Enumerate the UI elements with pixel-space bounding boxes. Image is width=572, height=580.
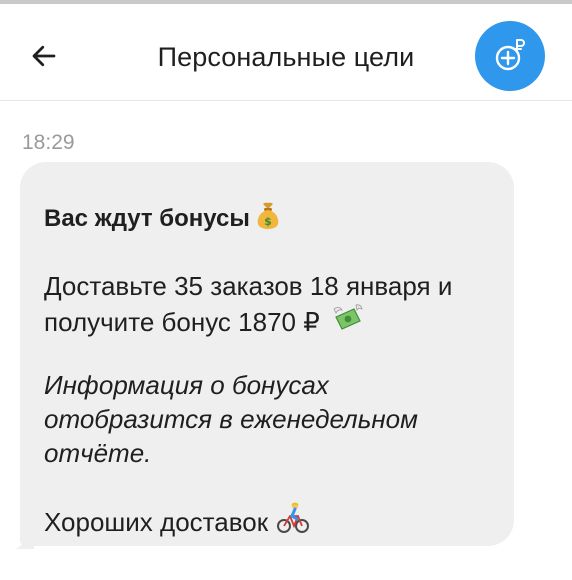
message-note-line: отобразится в еженедельном: [44, 404, 418, 434]
message-title: Вас ждут бонусы $: [44, 200, 282, 237]
svg-text:$: $: [264, 215, 272, 228]
message-body-line-2: получите бонус 1870 ₽: [44, 303, 504, 341]
message-note: Информация о бонусах отобразится в ежене…: [44, 368, 474, 470]
bonus-button[interactable]: [475, 21, 545, 91]
arrow-left-icon: [32, 45, 56, 67]
message-footer-text: Хороших доставок: [44, 507, 269, 537]
message-title-text: Вас ждут бонусы: [44, 204, 250, 232]
page-title: Персональные цели: [157, 42, 415, 72]
header-bar: Персональные цели: [0, 4, 572, 101]
message-footer: Хороших доставок: [44, 502, 310, 542]
message-timestamp: 18:29: [22, 131, 75, 154]
money-bag-icon: $: [254, 200, 282, 237]
message-body-line-text: получите бонус 1870 ₽: [44, 307, 320, 337]
message-note-line: отчёте.: [44, 438, 152, 468]
message-bubble[interactable]: Вас ждут бонусы $ Доставьте 35 заказов 1…: [20, 162, 514, 546]
message-body: Доставьте 35 заказов 18 января и получит…: [44, 269, 504, 341]
chat-area: 18:29 Вас ждут бонусы $ Доставьте 35 зак…: [0, 101, 572, 580]
plus-ruble-icon: [495, 39, 525, 71]
message-note-line: Информация о бонусах: [44, 370, 329, 400]
message-body-line: Доставьте 35 заказов 18 января и: [44, 271, 453, 301]
money-with-wings-icon: [330, 303, 364, 341]
bicyclist-icon: [276, 502, 310, 542]
back-button[interactable]: [24, 36, 64, 76]
